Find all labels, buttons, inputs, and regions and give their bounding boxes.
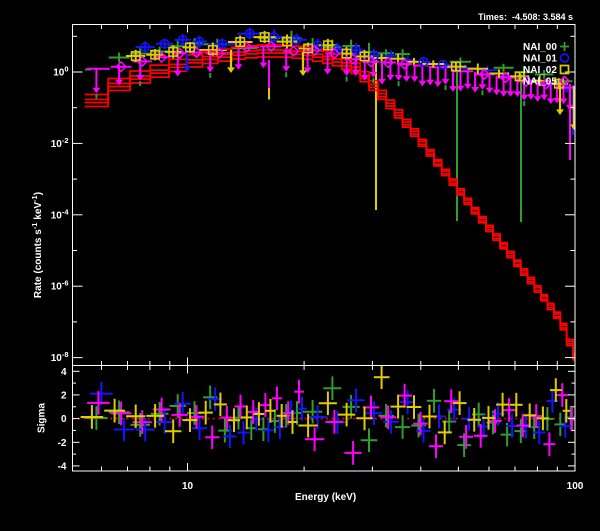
svg-text:0: 0 (61, 414, 67, 425)
svg-text:2: 2 (61, 390, 67, 401)
svg-text:NAI_05: NAI_05 (523, 77, 557, 88)
svg-text:NAI_02: NAI_02 (523, 65, 557, 76)
svg-text:-4: -4 (58, 461, 67, 472)
svg-text:Sigma: Sigma (37, 403, 48, 433)
svg-text:10: 10 (182, 481, 194, 492)
svg-text:Energy (keV): Energy (keV) (295, 492, 356, 503)
svg-text:NAI_01: NAI_01 (523, 54, 557, 65)
svg-text:Times: -4.508: 3.584 s: Times: -4.508: 3.584 s (478, 12, 573, 22)
svg-text:Rate (counts s-1 keV-1): Rate (counts s-1 keV-1) (30, 192, 44, 298)
svg-text:NAI_00: NAI_00 (523, 42, 557, 53)
svg-text:-2: -2 (58, 438, 67, 449)
svg-text:4: 4 (61, 367, 67, 378)
svg-text:100: 100 (567, 481, 584, 492)
